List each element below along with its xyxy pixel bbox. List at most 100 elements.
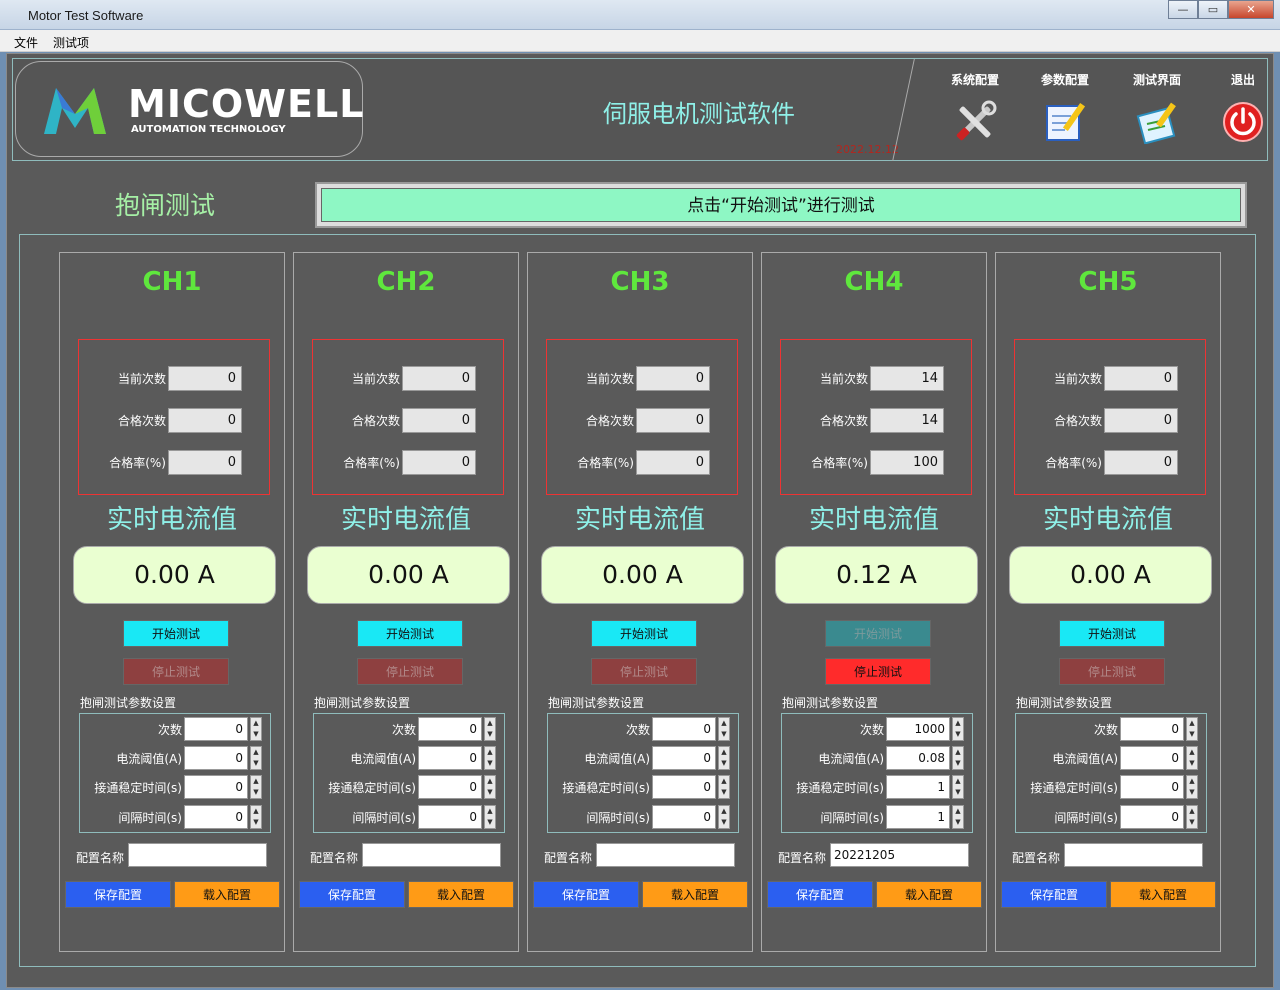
start-test-button[interactable]: 开始测试 (591, 620, 697, 647)
param-settle-input[interactable]: 0 (184, 775, 248, 799)
param-settle-input[interactable]: 0 (418, 775, 482, 799)
param-times-input[interactable]: 0 (1120, 717, 1184, 741)
section-title: 抱闸测试 (115, 191, 216, 220)
param-interval-input[interactable]: 1 (886, 805, 950, 829)
realtime-current-title: 实时电流值 (1042, 505, 1173, 535)
spinner-arrows-icon[interactable]: ▲ ▼ (952, 746, 964, 770)
param-interval-input[interactable]: 0 (184, 805, 248, 829)
param-threshold-input[interactable]: 0 (652, 746, 716, 770)
save-config-button[interactable]: 保存配置 (533, 881, 639, 908)
minimize-button[interactable]: — (1168, 0, 1198, 19)
param-interval-row: 间隔时间(s) 0 ▲ ▼ (586, 805, 730, 829)
param-threshold-input[interactable]: 0 (418, 746, 482, 770)
menu-file[interactable]: 文件 (14, 34, 38, 51)
param-threshold-label: 电流阈值(A) (350, 751, 416, 766)
param-settle-input[interactable]: 1 (886, 775, 950, 799)
menu-test-items[interactable]: 测试项 (53, 34, 89, 51)
param-threshold-input[interactable]: 0 (1120, 746, 1184, 770)
spinner-arrows-icon[interactable]: ▲ ▼ (484, 775, 496, 799)
spinner-arrows-icon[interactable]: ▲ ▼ (952, 775, 964, 799)
nav-param-config[interactable]: 参数配置 (1025, 71, 1105, 144)
stop-test-button[interactable]: 停止测试 (825, 658, 931, 685)
param-settle-input[interactable]: 0 (652, 775, 716, 799)
spinner-arrows-icon[interactable]: ▲ ▼ (484, 717, 496, 741)
start-test-button[interactable]: 开始测试 (357, 620, 463, 647)
config-name-input[interactable] (596, 843, 735, 867)
stop-test-button[interactable]: 停止测试 (591, 658, 697, 685)
spinner-arrows-icon[interactable]: ▲ ▼ (484, 805, 496, 829)
param-interval-label: 间隔时间(s) (118, 810, 182, 825)
spinner-arrows-icon[interactable]: ▲ ▼ (250, 746, 262, 770)
current-count-row: 当前次数 0 (1054, 365, 1178, 391)
param-threshold-input[interactable]: 0 (184, 746, 248, 770)
save-config-button[interactable]: 保存配置 (65, 881, 171, 908)
stop-test-button[interactable]: 停止测试 (357, 658, 463, 685)
param-settle-label: 接通稳定时间(s) (328, 780, 416, 795)
spinner-arrows-icon[interactable]: ▲ ▼ (250, 775, 262, 799)
save-config-button[interactable]: 保存配置 (1001, 881, 1107, 908)
maximize-button[interactable]: ▭ (1198, 0, 1228, 19)
param-interval-input[interactable]: 0 (652, 805, 716, 829)
param-times-input[interactable]: 1000 (886, 717, 950, 741)
param-times-label: 次数 (859, 722, 884, 737)
spinner-arrows-icon[interactable]: ▲ ▼ (484, 746, 496, 770)
config-name-input[interactable] (1064, 843, 1203, 867)
param-threshold-label: 电流阈值(A) (818, 751, 884, 766)
logo-mark-icon (44, 88, 106, 134)
spinner-arrows-icon[interactable]: ▲ ▼ (1186, 746, 1198, 770)
realtime-current-title: 实时电流值 (106, 505, 237, 535)
stop-test-button[interactable]: 停止测试 (123, 658, 229, 685)
pass-count-row: 合格次数 0 (352, 407, 476, 433)
save-config-button[interactable]: 保存配置 (767, 881, 873, 908)
param-times-input[interactable]: 0 (184, 717, 248, 741)
stop-test-button[interactable]: 停止测试 (1059, 658, 1165, 685)
load-config-button[interactable]: 载入配置 (174, 881, 280, 908)
load-config-button[interactable]: 载入配置 (642, 881, 748, 908)
pass-rate-value: 0 (168, 449, 242, 475)
config-name-label: 配置名称 (310, 851, 359, 865)
spinner-arrows-icon[interactable]: ▲ ▼ (1186, 717, 1198, 741)
config-name-input[interactable] (362, 843, 501, 867)
param-settings: 次数 0 ▲ ▼ 电流阈值(A) 0 ▲ ▼ 接通稳定时间(s) 0 ▲ ▼ 间隔时间… (1015, 713, 1207, 833)
spinner-arrows-icon[interactable]: ▲ ▼ (952, 805, 964, 829)
spinner-arrows-icon[interactable]: ▲ ▼ (952, 717, 964, 741)
spinner-arrows-icon[interactable]: ▲ ▼ (718, 775, 730, 799)
param-interval-input[interactable]: 0 (418, 805, 482, 829)
config-name-input[interactable] (128, 843, 267, 867)
spinner-arrows-icon[interactable]: ▲ ▼ (718, 717, 730, 741)
header: MICOWELL AUTOMATION TECHNOLOGY 伺服电机测试软件 … (12, 58, 1268, 161)
param-interval-label: 间隔时间(s) (352, 810, 416, 825)
nav-system-config[interactable]: 系统配置 (935, 71, 1015, 144)
start-test-button[interactable]: 开始测试 (1059, 620, 1165, 647)
current-count-value: 0 (1104, 365, 1178, 391)
param-times-row: 次数 0 ▲ ▼ (626, 717, 730, 741)
param-interval-label: 间隔时间(s) (820, 810, 884, 825)
config-name-label: 配置名称 (76, 851, 125, 865)
load-config-button[interactable]: 载入配置 (1110, 881, 1216, 908)
spinner-arrows-icon[interactable]: ▲ ▼ (718, 805, 730, 829)
start-test-button[interactable]: 开始测试 (825, 620, 931, 647)
param-settle-input[interactable]: 0 (1120, 775, 1184, 799)
start-test-button[interactable]: 开始测试 (123, 620, 229, 647)
pass-count-value: 0 (636, 407, 710, 433)
spinner-arrows-icon[interactable]: ▲ ▼ (1186, 805, 1198, 829)
param-settle-label: 接通稳定时间(s) (796, 780, 884, 795)
param-interval-input[interactable]: 0 (1120, 805, 1184, 829)
load-config-button[interactable]: 载入配置 (876, 881, 982, 908)
current-count-label: 当前次数 (117, 371, 166, 386)
save-config-button[interactable]: 保存配置 (299, 881, 405, 908)
spinner-arrows-icon[interactable]: ▲ ▼ (250, 805, 262, 829)
nav-test-screen[interactable]: 测试界面 (1117, 71, 1197, 144)
spinner-arrows-icon[interactable]: ▲ ▼ (718, 746, 730, 770)
close-button[interactable]: ✕ (1228, 0, 1274, 19)
param-interval-row: 间隔时间(s) 0 ▲ ▼ (1054, 805, 1198, 829)
param-times-input[interactable]: 0 (418, 717, 482, 741)
config-name-input[interactable]: 20221205 (830, 843, 969, 867)
spinner-arrows-icon[interactable]: ▲ ▼ (1186, 775, 1198, 799)
param-times-input[interactable]: 0 (652, 717, 716, 741)
nav-exit[interactable]: 退出 (1203, 71, 1280, 144)
spinner-arrows-icon[interactable]: ▲ ▼ (250, 717, 262, 741)
nav-label: 退出 (1230, 73, 1255, 87)
param-threshold-input[interactable]: 0.08 (886, 746, 950, 770)
load-config-button[interactable]: 载入配置 (408, 881, 514, 908)
